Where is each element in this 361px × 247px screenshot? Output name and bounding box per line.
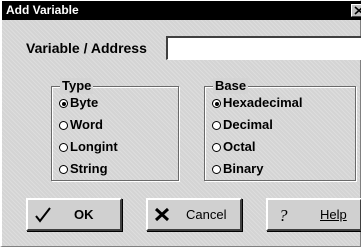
cancel-button-label: Cancel: [186, 207, 227, 222]
base-decimal-label: Decimal: [223, 117, 273, 132]
checkmark-icon: [35, 207, 51, 223]
help-button[interactable]: ? Help: [266, 198, 361, 231]
title-bar[interactable]: Add Variable: [2, 1, 361, 20]
base-groupbox: Base Hexadecimal Decimal Octal Binary: [204, 78, 356, 181]
type-string-label: String: [70, 161, 108, 176]
add-variable-dialog: Add Variable Variable / Address Type Byt…: [0, 0, 361, 247]
ok-button-label: OK: [74, 207, 94, 222]
type-groupbox: Type Byte Word Longint String: [51, 78, 179, 181]
type-byte-label: Byte: [70, 95, 99, 110]
type-word-radio[interactable]: [59, 121, 68, 130]
type-longint-radio[interactable]: [59, 143, 68, 152]
question-mark-icon: ?: [279, 207, 288, 224]
base-binary-label: Binary: [223, 161, 264, 176]
window-title: Add Variable: [6, 3, 79, 17]
base-decimal-radio[interactable]: [212, 121, 221, 130]
type-word-label: Word: [70, 117, 103, 132]
base-hexadecimal-label: Hexadecimal: [223, 95, 303, 110]
close-icon: [354, 6, 361, 15]
svg-text:?: ?: [279, 207, 288, 224]
ok-button[interactable]: OK: [26, 198, 122, 231]
base-hexadecimal-radio[interactable]: [212, 99, 221, 108]
base-octal-label: Octal: [223, 139, 256, 154]
base-group-legend: Base: [213, 78, 249, 94]
type-byte-radio[interactable]: [59, 99, 68, 108]
base-binary-radio[interactable]: [212, 165, 221, 174]
variable-address-input[interactable]: [166, 36, 361, 60]
type-group-legend: Type: [60, 78, 94, 94]
variable-address-label: Variable / Address: [26, 40, 147, 56]
close-button[interactable]: [351, 4, 361, 17]
type-longint-label: Longint: [70, 139, 118, 154]
type-string-radio[interactable]: [59, 165, 68, 174]
base-octal-radio[interactable]: [212, 143, 221, 152]
x-icon: [154, 207, 170, 222]
help-button-label: Help: [320, 207, 347, 222]
cancel-button[interactable]: Cancel: [146, 198, 242, 231]
